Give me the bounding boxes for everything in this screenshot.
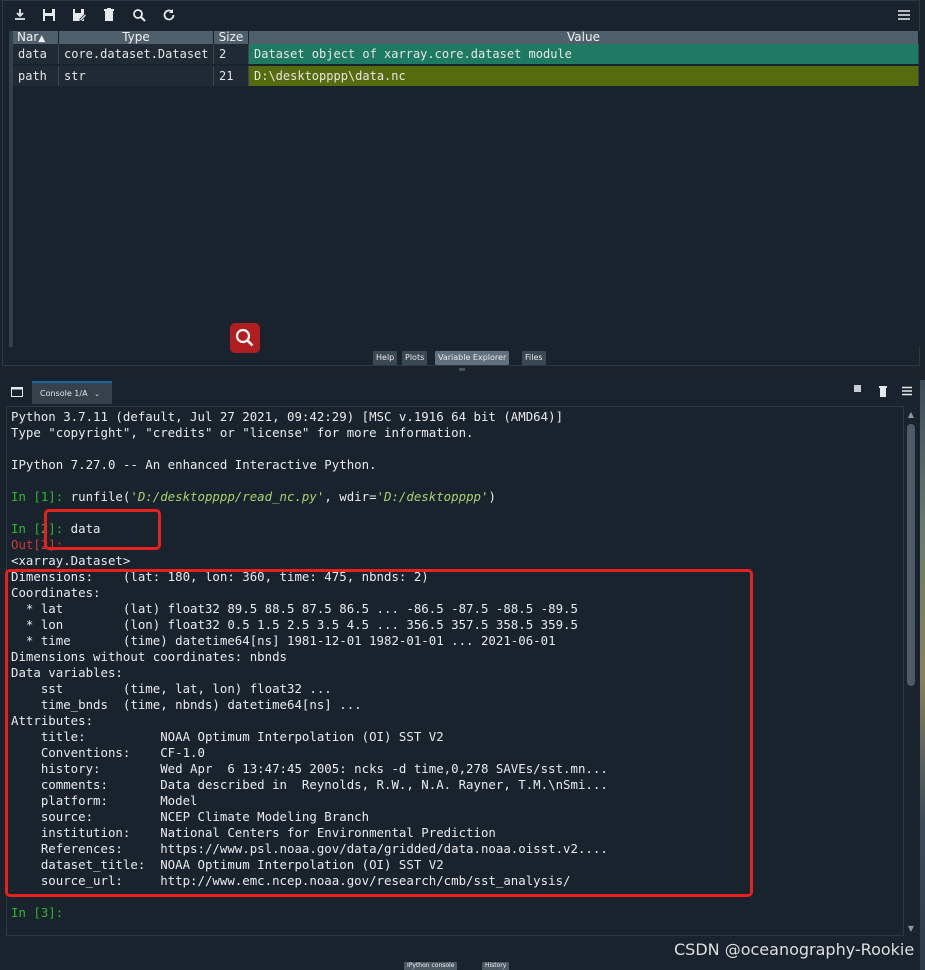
variable-type: core.dataset.Dataset — [59, 44, 214, 64]
string-literal: 'D:/desktopppp/read_nc.py' — [130, 489, 325, 504]
prompt-label: In [1]: — [11, 489, 64, 504]
variable-name: data — [13, 44, 59, 64]
tab-help[interactable]: Help — [373, 351, 398, 365]
scroll-down-icon[interactable]: ▼ — [906, 924, 916, 934]
tab-history[interactable]: History — [482, 962, 510, 970]
search-overlay-icon[interactable] — [230, 323, 260, 353]
background-window-edge — [920, 380, 925, 970]
tab-variable-explorer[interactable]: Variable Explorer — [435, 351, 510, 365]
options-menu-icon[interactable] — [895, 6, 913, 24]
search-icon[interactable] — [130, 6, 148, 24]
code-text: ) — [488, 489, 496, 504]
watermark: CSDN @oceanography-Rookie — [674, 940, 915, 959]
scroll-up-icon[interactable]: ▲ — [906, 410, 916, 420]
variable-explorer-toolbar — [3, 1, 919, 29]
column-header-name[interactable]: Nar▲ — [13, 31, 59, 44]
remove-all-icon[interactable] — [100, 6, 118, 24]
column-header-size[interactable]: Size — [214, 31, 249, 44]
column-header-type[interactable]: Type — [59, 31, 214, 44]
console-line: Python 3.7.11 (default, Jul 27 2021, 09:… — [11, 409, 564, 424]
variable-value: Dataset object of xarray.core.dataset mo… — [249, 44, 919, 64]
string-literal: 'D:/desktopppp' — [376, 489, 489, 504]
variable-explorer-pane: Nar▲ Type Size Value data core.dataset.D… — [2, 0, 923, 366]
tab-files[interactable]: Files — [522, 351, 546, 365]
input-prompt-1: In [1]: runfile('D:/desktopppp/read_nc.p… — [11, 489, 496, 505]
pane-splitter[interactable] — [459, 368, 465, 371]
sort-ascending-icon: ▲ — [38, 34, 46, 44]
chevron-down-icon: ⌄ — [94, 390, 100, 398]
variable-size: 2 — [214, 44, 249, 64]
variable-value: D:\desktopppp\data.nc — [249, 66, 919, 86]
refresh-icon[interactable] — [160, 6, 178, 24]
scrollbar-thumb[interactable] — [907, 424, 915, 686]
tab-ipython-console[interactable]: IPython console — [404, 962, 458, 970]
console-line: <xarray.Dataset> — [11, 553, 131, 568]
options-menu-icon[interactable] — [901, 382, 913, 396]
remove-icon[interactable] — [878, 382, 888, 397]
variable-type: str — [59, 66, 214, 86]
tab-plots[interactable]: Plots — [402, 351, 428, 365]
annotation-box-output — [5, 569, 753, 897]
console-line: Type "copyright", "credits" or "license"… — [11, 425, 474, 440]
save-data-icon[interactable] — [40, 6, 58, 24]
variable-size: 21 — [214, 66, 249, 86]
input-prompt-3[interactable]: In [3]: — [11, 905, 63, 921]
code-text: runfile( — [63, 489, 131, 504]
console-line: IPython 7.27.0 -- An enhanced Interactiv… — [11, 457, 377, 472]
browse-tabs-icon[interactable] — [11, 382, 23, 397]
console-scrollbar[interactable]: ▲ ▼ — [906, 408, 916, 936]
column-header-value[interactable]: Value — [249, 31, 919, 44]
console-header: Console 1/A ⌄ — [2, 376, 920, 404]
save-as-icon[interactable] — [70, 6, 88, 24]
table-row[interactable]: path str 21 D:\desktopppp\data.nc — [13, 66, 919, 86]
variable-name: path — [13, 66, 59, 86]
import-data-icon[interactable] — [11, 6, 29, 24]
variable-table: Nar▲ Type Size Value data core.dataset.D… — [9, 31, 923, 347]
annotation-box-command — [44, 509, 161, 550]
table-row[interactable]: data core.dataset.Dataset 2 Dataset obje… — [13, 44, 919, 64]
stop-icon[interactable] — [854, 385, 861, 392]
tab-console[interactable]: Console 1/A ⌄ — [32, 381, 112, 404]
code-text: , wdir= — [324, 489, 377, 504]
console-tab-label: Console 1/A — [40, 389, 88, 398]
column-header-name-label: Nar — [17, 30, 39, 44]
